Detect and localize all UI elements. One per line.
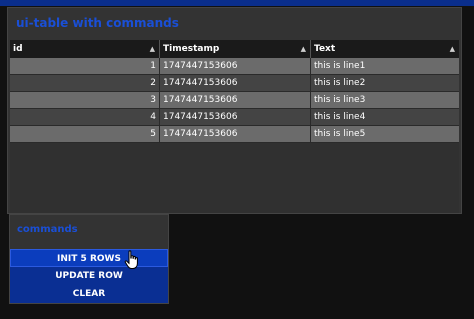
table-panel-title: ui-table with commands [16,16,179,30]
column-header-id[interactable]: id ▲ [10,40,160,58]
cell-text: this is line5 [314,129,366,139]
cell-id: 2 [10,75,160,91]
table-panel: ui-table with commands id ▲ Timestamp ▲ … [7,7,462,214]
commands-panel: commands INIT 5 ROWS UPDATE ROW CLEAR [9,214,169,304]
cell-text: this is line3 [314,95,366,105]
table-row[interactable]: 3 1747447153606 this is line3 [10,92,459,109]
column-header-label: Timestamp [163,44,220,54]
column-header-label: Text [314,44,336,54]
table-body: 1 1747447153606 this is line1 2 17474471… [10,58,459,143]
column-header-label: id [13,44,23,54]
sort-asc-icon[interactable]: ▲ [450,40,455,58]
cell-text: this is line2 [314,78,366,88]
clear-button[interactable]: CLEAR [10,285,168,303]
table-header: id ▲ Timestamp ▲ Text ▲ [10,40,459,58]
cell-id: 1 [10,58,160,74]
cell-text: this is line1 [314,61,366,71]
cell-timestamp: 1747447153606 [160,109,311,125]
update-row-button[interactable]: UPDATE ROW [10,267,168,285]
table-row[interactable]: 2 1747447153606 this is line2 [10,75,459,92]
top-accent-bar [0,0,474,6]
cell-text: this is line4 [314,112,366,122]
sort-asc-icon[interactable]: ▲ [150,40,155,58]
commands-panel-title: commands [17,224,78,235]
init-rows-button[interactable]: INIT 5 ROWS [10,249,168,267]
cell-id: 3 [10,92,160,108]
hand-pointer-icon [124,250,138,269]
table-row[interactable]: 1 1747447153606 this is line1 [10,58,459,75]
cell-timestamp: 1747447153606 [160,58,311,74]
column-header-text[interactable]: Text ▲ [311,40,459,58]
cell-timestamp: 1747447153606 [160,92,311,108]
cell-timestamp: 1747447153606 [160,126,311,142]
table-row[interactable]: 5 1747447153606 this is line5 [10,126,459,143]
sort-asc-icon[interactable]: ▲ [301,40,306,58]
cell-id: 4 [10,109,160,125]
data-table: id ▲ Timestamp ▲ Text ▲ 1 1747447153606 … [10,40,459,213]
cell-timestamp: 1747447153606 [160,75,311,91]
table-row[interactable]: 4 1747447153606 this is line4 [10,109,459,126]
column-header-timestamp[interactable]: Timestamp ▲ [160,40,311,58]
cell-id: 5 [10,126,160,142]
